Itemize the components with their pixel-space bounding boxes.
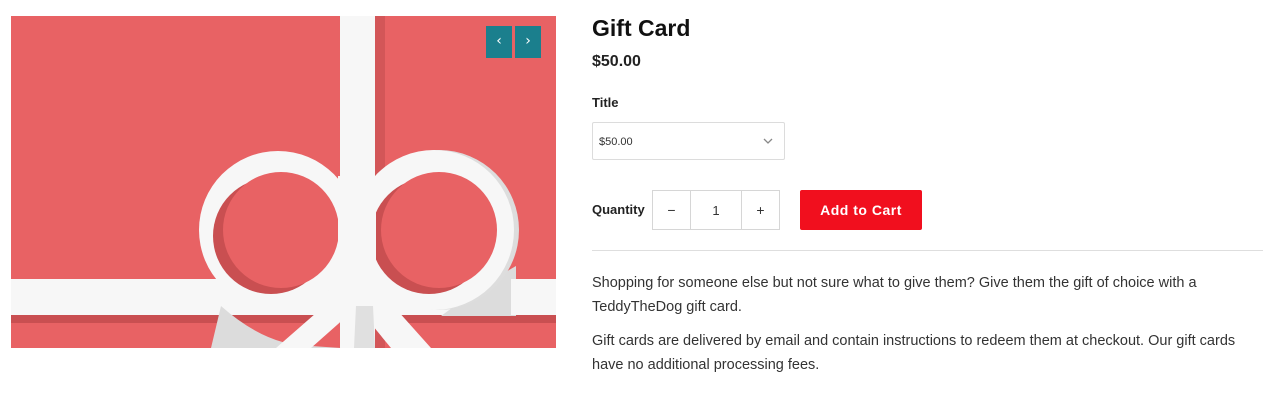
product-info: Gift Card $50.00 Title $50.00 Quantity −… [592, 14, 1263, 377]
product-price: $50.00 [592, 53, 641, 70]
add-to-cart-button[interactable]: Add to Cart [800, 190, 922, 230]
quantity-plus-button[interactable]: + [741, 191, 779, 229]
product-image-gallery: ‹ › [11, 16, 556, 348]
description-paragraph: Gift cards are delivered by email and co… [592, 333, 1236, 373]
title-select[interactable]: $50.00 [592, 122, 785, 160]
product-title: Gift Card [592, 15, 691, 41]
gallery-next-button[interactable]: › [515, 26, 541, 58]
gift-card-image [11, 16, 556, 348]
description-paragraph: Shopping for someone else but not sure w… [592, 275, 1197, 315]
title-select-value: $50.00 [599, 136, 633, 148]
option-label: Title [592, 95, 619, 110]
quantity-label: Quantity [592, 202, 645, 217]
quantity-stepper: − + [652, 190, 780, 230]
chevron-left-icon: ‹ [496, 33, 502, 49]
quantity-minus-button[interactable]: − [653, 191, 691, 229]
divider [592, 250, 1263, 251]
product-description: Shopping for someone else but not sure w… [592, 271, 1263, 377]
quantity-row: Quantity − + Add to Cart [592, 190, 1263, 230]
product-page: ‹ › Gift Card $50.00 Title $50.00 Quanti… [0, 0, 1275, 410]
quantity-input[interactable] [691, 191, 741, 229]
chevron-right-icon: › [525, 33, 531, 49]
gallery-prev-button[interactable]: ‹ [486, 26, 512, 58]
chevron-down-icon [763, 138, 773, 144]
